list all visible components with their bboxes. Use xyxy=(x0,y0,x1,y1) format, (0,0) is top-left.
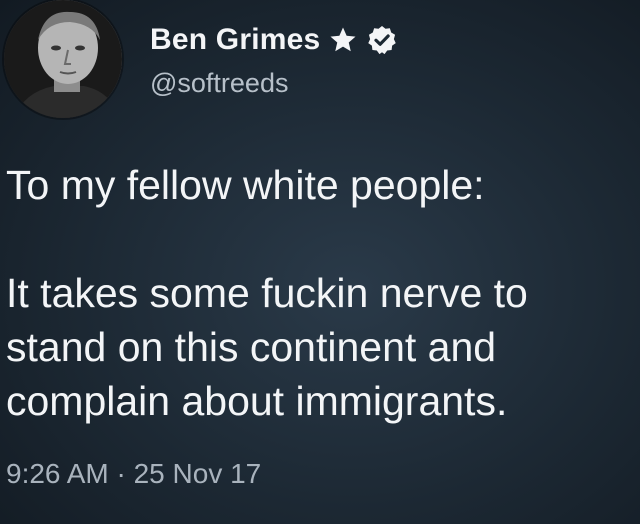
star-icon xyxy=(328,25,358,55)
author-display-name[interactable]: Ben Grimes xyxy=(150,23,320,57)
tweet-timestamp[interactable]: 9:26 AM · 25 Nov 17 xyxy=(6,458,261,490)
tweet-card: Ben Grimes @softreeds To my fellow white… xyxy=(0,0,640,524)
verified-badge-icon xyxy=(366,24,398,56)
author-name-row: Ben Grimes xyxy=(150,20,398,60)
tweet-paragraph-2: It takes some fuckin nerve to stand on t… xyxy=(6,270,528,424)
avatar[interactable] xyxy=(4,0,122,118)
tweet-text: To my fellow white people: It takes some… xyxy=(6,158,636,428)
author-handle[interactable]: @softreeds xyxy=(150,68,288,99)
avatar-photo-icon xyxy=(4,0,122,118)
tweet-paragraph-1: To my fellow white people: xyxy=(6,162,485,208)
